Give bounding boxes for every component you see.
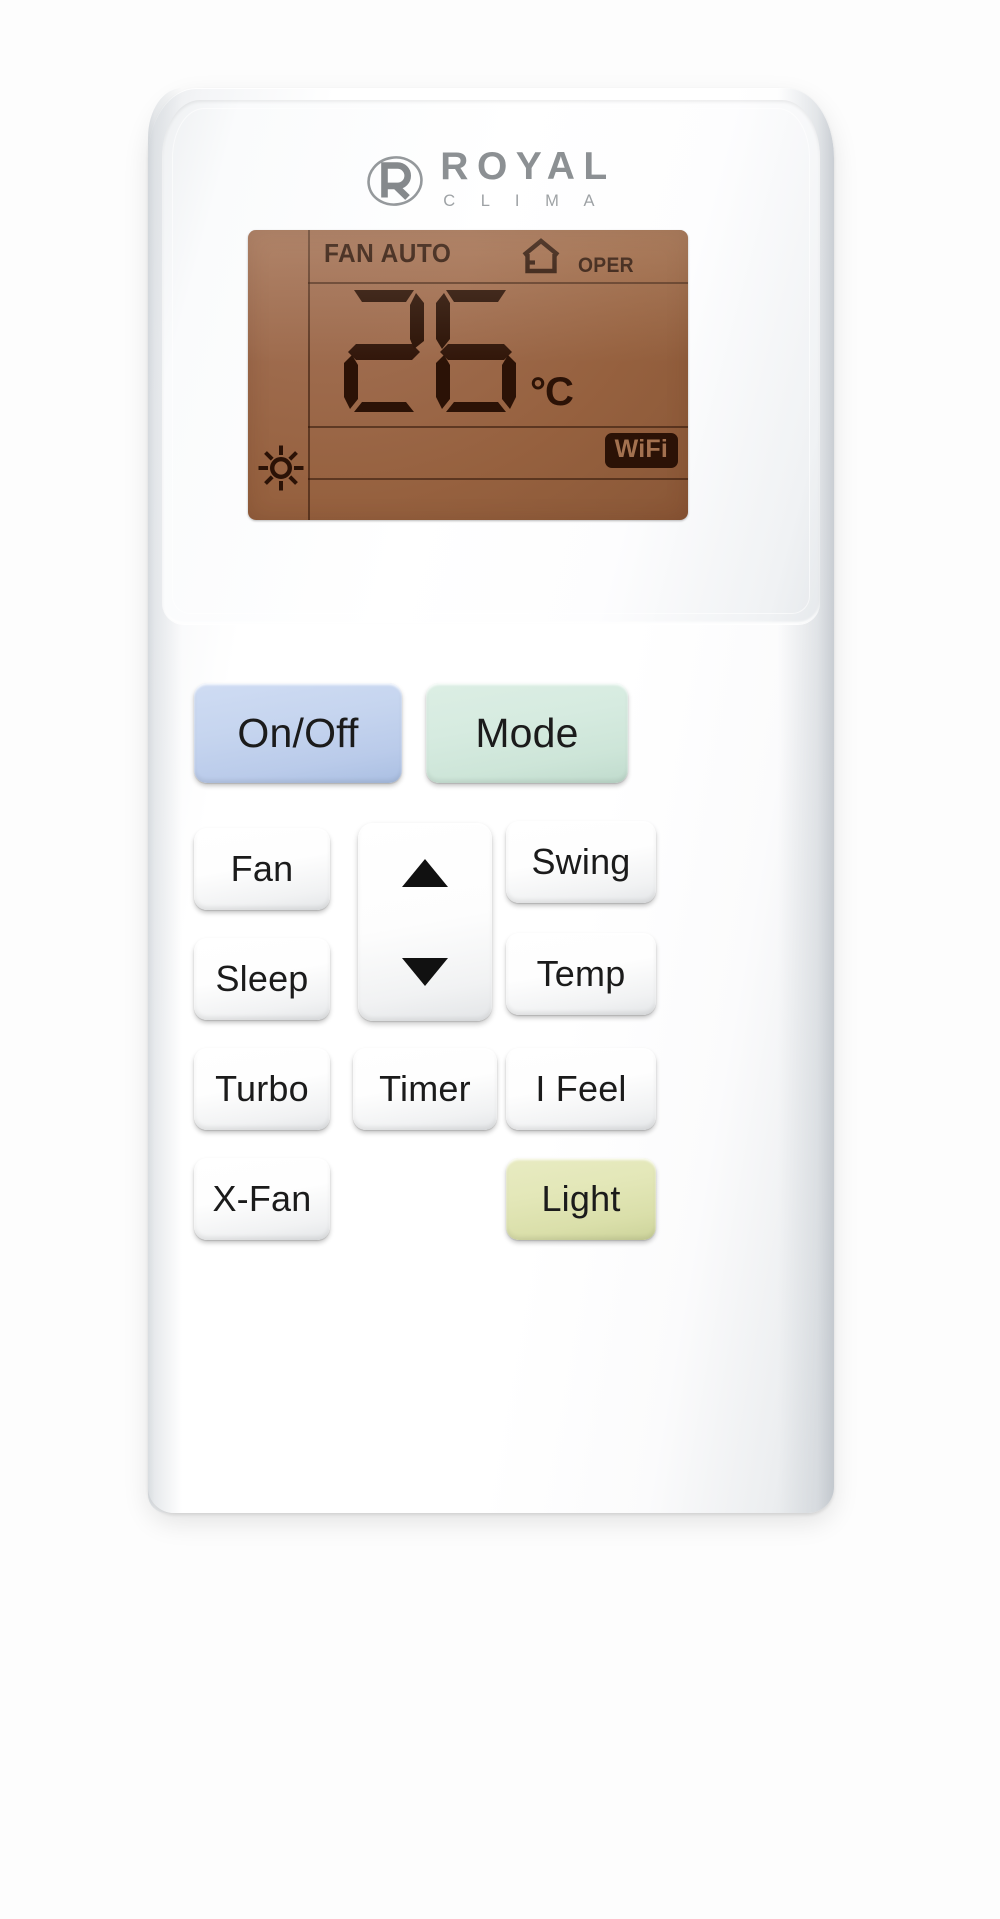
sleep-button[interactable]: Sleep	[194, 938, 330, 1020]
light-button[interactable]: Light	[506, 1158, 656, 1240]
turbo-button-label: Turbo	[215, 1068, 309, 1110]
triangle-down-icon	[402, 958, 448, 986]
wifi-badge: WiFi	[605, 433, 678, 468]
screenshot-canvas: ROYAL C L I M A FAN AUTO	[0, 0, 1000, 1919]
temp-button[interactable]: Temp	[506, 933, 656, 1015]
on-off-button[interactable]: On/Off	[194, 683, 402, 783]
royal-r-emblem-icon	[366, 152, 424, 210]
house-icon	[520, 236, 562, 276]
mode-button[interactable]: Mode	[426, 683, 628, 783]
brand-logo: ROYAL C L I M A	[162, 148, 820, 213]
x-fan-button[interactable]: X-Fan	[194, 1158, 330, 1240]
lcd-temperature-value	[340, 284, 520, 416]
timer-button-label: Timer	[379, 1068, 471, 1110]
light-button-label: Light	[541, 1178, 620, 1220]
swing-button[interactable]: Swing	[506, 821, 656, 903]
lcd-fan-speed-label: FAN AUTO	[324, 238, 451, 269]
lcd-temperature-unit: °C	[530, 370, 573, 415]
lcd-horizontal-divider-3	[308, 478, 688, 480]
temp-button-label: Temp	[537, 953, 626, 995]
x-fan-button-label: X-Fan	[212, 1178, 311, 1220]
sleep-button-label: Sleep	[215, 958, 308, 1000]
fan-button[interactable]: Fan	[194, 828, 330, 910]
remote-control-body: ROYAL C L I M A FAN AUTO	[148, 88, 834, 1513]
on-off-button-label: On/Off	[237, 710, 358, 757]
i-feel-button[interactable]: I Feel	[506, 1048, 656, 1130]
swing-button-label: Swing	[531, 841, 630, 883]
brand-wordmark: ROYAL C L I M A	[440, 148, 615, 213]
fan-button-label: Fan	[231, 848, 294, 890]
sun-icon	[257, 444, 305, 492]
i-feel-button-label: I Feel	[535, 1068, 626, 1110]
temp-down-button[interactable]	[380, 944, 470, 1000]
timer-button[interactable]: Timer	[353, 1048, 497, 1130]
seven-segment-digit	[340, 284, 428, 416]
temp-up-button[interactable]	[380, 845, 470, 901]
top-recessed-panel: ROYAL C L I M A FAN AUTO	[162, 100, 820, 624]
lcd-operation-label: OPER	[578, 254, 634, 278]
lcd-display: FAN AUTO OPER	[248, 230, 688, 520]
triangle-up-icon	[402, 859, 448, 887]
turbo-button[interactable]: Turbo	[194, 1048, 330, 1130]
mode-button-label: Mode	[475, 710, 578, 757]
temperature-arrow-pad	[358, 823, 492, 1021]
seven-segment-digit	[432, 284, 520, 416]
lcd-vertical-divider	[308, 230, 310, 520]
brand-name-royal: ROYAL	[440, 148, 615, 185]
lcd-horizontal-divider-2	[308, 426, 688, 428]
brand-name-clima: C L I M A	[443, 190, 605, 213]
